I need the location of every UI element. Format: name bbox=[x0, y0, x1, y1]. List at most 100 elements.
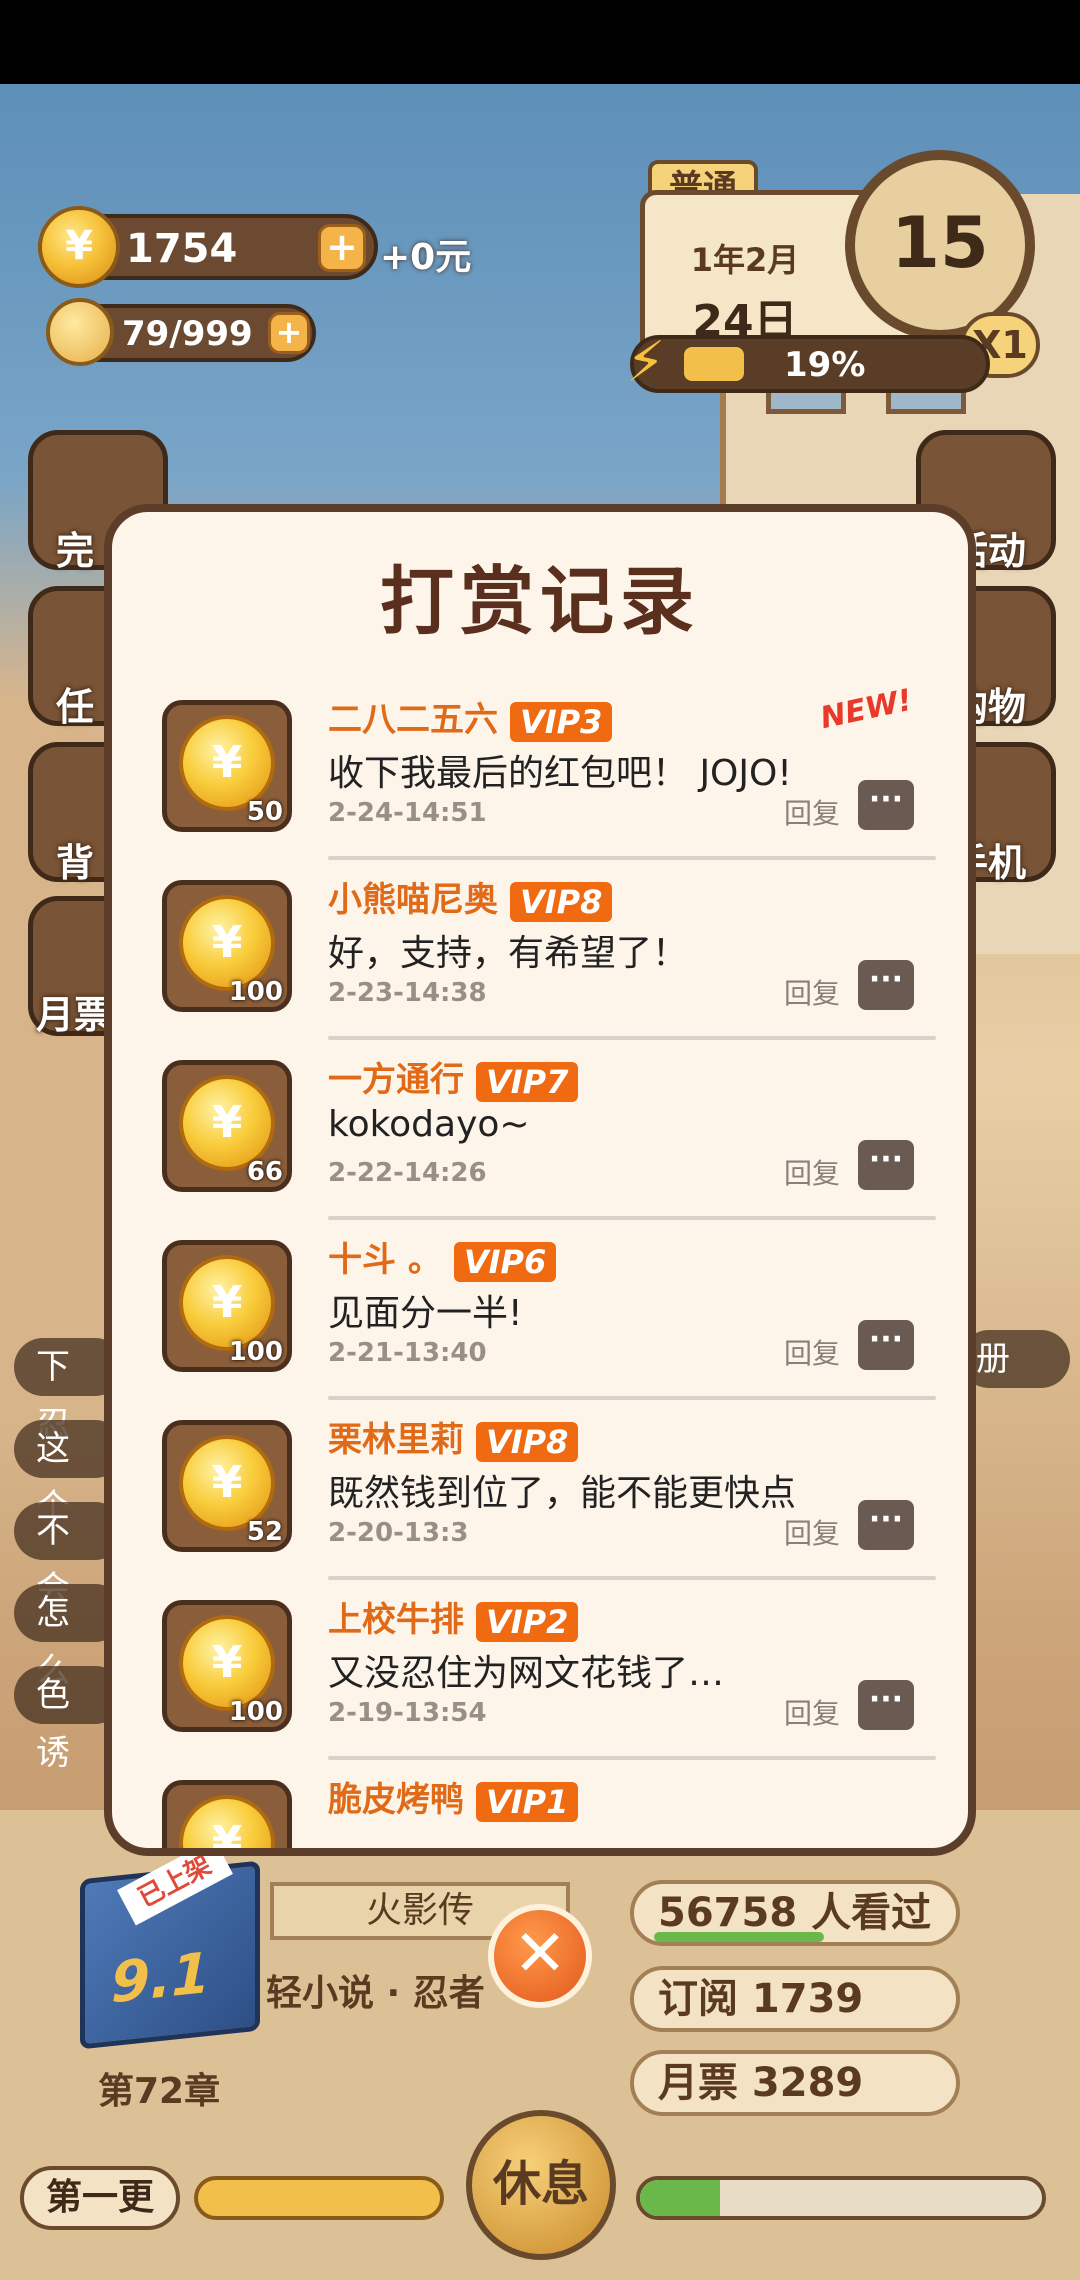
coin-icon: ¥ bbox=[38, 206, 120, 288]
gift-amount: 66 bbox=[246, 1157, 283, 1187]
gift-coin-icon: ¥ bbox=[162, 1780, 292, 1848]
reply-label[interactable]: 回复 bbox=[784, 972, 840, 1012]
divider bbox=[328, 856, 936, 860]
divider bbox=[328, 1576, 936, 1580]
coin-cash: +0元 bbox=[380, 237, 472, 278]
tip-message: 见面分一半! bbox=[328, 1293, 523, 1334]
tipper-name[interactable]: 二八二五六 bbox=[328, 700, 498, 740]
update-progress bbox=[194, 2176, 444, 2220]
lightbulb-icon bbox=[46, 298, 114, 366]
reply-label[interactable]: 回复 bbox=[784, 1692, 840, 1732]
list-item: ¥100 上校牛排 VIP2 又没忍住为网文花钱了… 2-19-13:54 回复 … bbox=[112, 1592, 968, 1772]
tipper-name[interactable]: 栗林里莉 bbox=[328, 1420, 464, 1460]
tip-time: 2-20-13:3 bbox=[328, 1518, 469, 1548]
reply-chat-icon[interactable]: ··· bbox=[858, 1140, 914, 1190]
reply-label[interactable]: 回复 bbox=[784, 792, 840, 832]
gift-coin-icon: ¥100 bbox=[162, 1240, 292, 1372]
gift-amount: 100 bbox=[228, 1337, 283, 1367]
add-energy-button[interactable]: + bbox=[268, 312, 310, 354]
tip-message: 又没忍住为网文花钱了… bbox=[328, 1653, 725, 1694]
list-item: ¥ 脆皮烤鸭 VIP1 bbox=[112, 1772, 968, 1848]
tip-time: 2-22-14:26 bbox=[328, 1158, 487, 1188]
vip-badge: VIP6 bbox=[453, 1241, 557, 1282]
rest-progress bbox=[636, 2176, 1046, 2220]
gift-coin-icon: ¥52 bbox=[162, 1420, 292, 1552]
month-label: 1年2月 bbox=[690, 241, 800, 279]
tip-list[interactable]: NEW! ¥50 二八二五六 VIP3 收下我最后的红包吧！ JOJO! 2-24… bbox=[112, 672, 968, 1848]
rest-button[interactable]: 休息 bbox=[466, 2110, 616, 2260]
list-item: ¥100 小熊喵尼奥 VIP8 好，支持，有希望了！ 2-23-14:38 回复 … bbox=[112, 872, 968, 1052]
list-item: ¥52 栗林里莉 VIP8 既然钱到位了，能不能更快点 2-20-13:3 回复 … bbox=[112, 1412, 968, 1592]
side-label-monthly: 月票 bbox=[36, 993, 113, 1037]
tip-message: kokodayo~ bbox=[328, 1104, 530, 1145]
gift-coin-icon: ¥100 bbox=[162, 1600, 292, 1732]
tip-time: 2-23-14:38 bbox=[328, 978, 487, 1008]
clock-value: 15 bbox=[891, 202, 989, 284]
close-button[interactable]: ✕ bbox=[488, 1904, 592, 2008]
vip-badge: VIP3 bbox=[510, 701, 613, 742]
lightning-icon: ⚡ bbox=[626, 330, 666, 395]
reply-chat-icon[interactable]: ··· bbox=[858, 1680, 914, 1730]
book-genre: 轻小说 · 忍者 bbox=[266, 1973, 485, 2014]
gift-amount: 100 bbox=[228, 1697, 283, 1727]
divider bbox=[328, 1396, 936, 1400]
tipper-name[interactable]: 小熊喵尼奥 bbox=[328, 880, 498, 920]
add-coins-button[interactable]: + bbox=[318, 224, 366, 272]
status-bar bbox=[0, 0, 1080, 84]
reply-chat-icon[interactable]: ··· bbox=[858, 780, 914, 830]
subs-stat: 订阅 1739 bbox=[630, 1966, 960, 2032]
gift-coin-icon: ¥100 bbox=[162, 880, 292, 1012]
side-label-tasks: 任 bbox=[56, 685, 95, 729]
reply-chat-icon[interactable]: ··· bbox=[858, 1500, 914, 1550]
monthly-stat: 月票 3289 bbox=[630, 2050, 960, 2116]
side-label-bag: 背 bbox=[56, 841, 95, 885]
tipper-name[interactable]: 上校牛排 bbox=[328, 1600, 464, 1640]
list-item: ¥50 二八二五六 VIP3 收下我最后的红包吧！ JOJO! 2-24-14:5… bbox=[112, 692, 968, 872]
list-item: ¥100 十斗 。 VIP6 见面分一半! 2-21-13:40 回复 ··· bbox=[112, 1232, 968, 1412]
tipper-name[interactable]: 脆皮烤鸭 bbox=[328, 1780, 464, 1820]
list-item: ¥66 一方通行 VIP7 kokodayo~ 2-22-14:26 回复 ··· bbox=[112, 1052, 968, 1232]
vip-badge: VIP8 bbox=[476, 1421, 579, 1462]
reply-label[interactable]: 回复 bbox=[784, 1332, 840, 1372]
gift-amount: 52 bbox=[246, 1517, 283, 1547]
vip-badge: VIP7 bbox=[476, 1061, 579, 1102]
viewers-bar bbox=[654, 1932, 824, 1942]
book-score: 9.1 bbox=[111, 1940, 211, 2017]
tip-time: 2-19-13:54 bbox=[328, 1698, 487, 1728]
gift-coin-icon: ¥50 bbox=[162, 700, 292, 832]
divider bbox=[328, 1216, 936, 1220]
coin-count: 1754 bbox=[126, 226, 238, 272]
tip-time: 2-21-13:40 bbox=[328, 1338, 487, 1368]
tip-record-modal: 打赏记录 NEW! ¥50 二八二五六 VIP3 收下我最后的红包吧！ JOJO!… bbox=[104, 504, 976, 1856]
progress-fill bbox=[684, 347, 744, 381]
viewers-value: 56758 人看过 bbox=[658, 1890, 932, 1936]
reply-chat-icon[interactable]: ··· bbox=[858, 960, 914, 1010]
right-chip[interactable]: 册 bbox=[960, 1330, 1070, 1388]
chapter-label: 第72章 bbox=[98, 2071, 221, 2112]
reply-label[interactable]: 回复 bbox=[784, 1512, 840, 1552]
progress-bar: 19% bbox=[630, 335, 990, 393]
energy-count: 79/999 bbox=[122, 314, 253, 354]
reply-label[interactable]: 回复 bbox=[784, 1152, 840, 1192]
vip-badge: VIP8 bbox=[510, 881, 613, 922]
vip-badge: VIP2 bbox=[476, 1601, 579, 1642]
progress-pct: 19% bbox=[784, 345, 866, 385]
gift-amount: 100 bbox=[228, 977, 283, 1007]
tip-time: 2-24-14:51 bbox=[328, 798, 487, 828]
tip-message: 收下我最后的红包吧！ JOJO! bbox=[328, 753, 792, 794]
tip-message: 既然钱到位了，能不能更快点 bbox=[328, 1473, 797, 1514]
divider bbox=[328, 1756, 936, 1760]
tip-message: 好，支持，有希望了！ bbox=[328, 933, 689, 974]
viewers-stat: 56758 人看过 bbox=[630, 1880, 960, 1946]
tipper-name[interactable]: 一方通行 bbox=[328, 1060, 464, 1100]
vip-badge: VIP1 bbox=[476, 1781, 579, 1822]
modal-title: 打赏记录 bbox=[380, 559, 700, 645]
divider bbox=[328, 1036, 936, 1040]
update-button[interactable]: 第一更 bbox=[20, 2166, 180, 2230]
gift-coin-icon: ¥66 bbox=[162, 1060, 292, 1192]
reply-chat-icon[interactable]: ··· bbox=[858, 1320, 914, 1370]
side-label-complete: 完 bbox=[56, 529, 95, 573]
gift-amount: 50 bbox=[246, 797, 283, 827]
tipper-name[interactable]: 十斗 。 bbox=[328, 1240, 442, 1280]
rest-progress-fill bbox=[640, 2180, 720, 2216]
